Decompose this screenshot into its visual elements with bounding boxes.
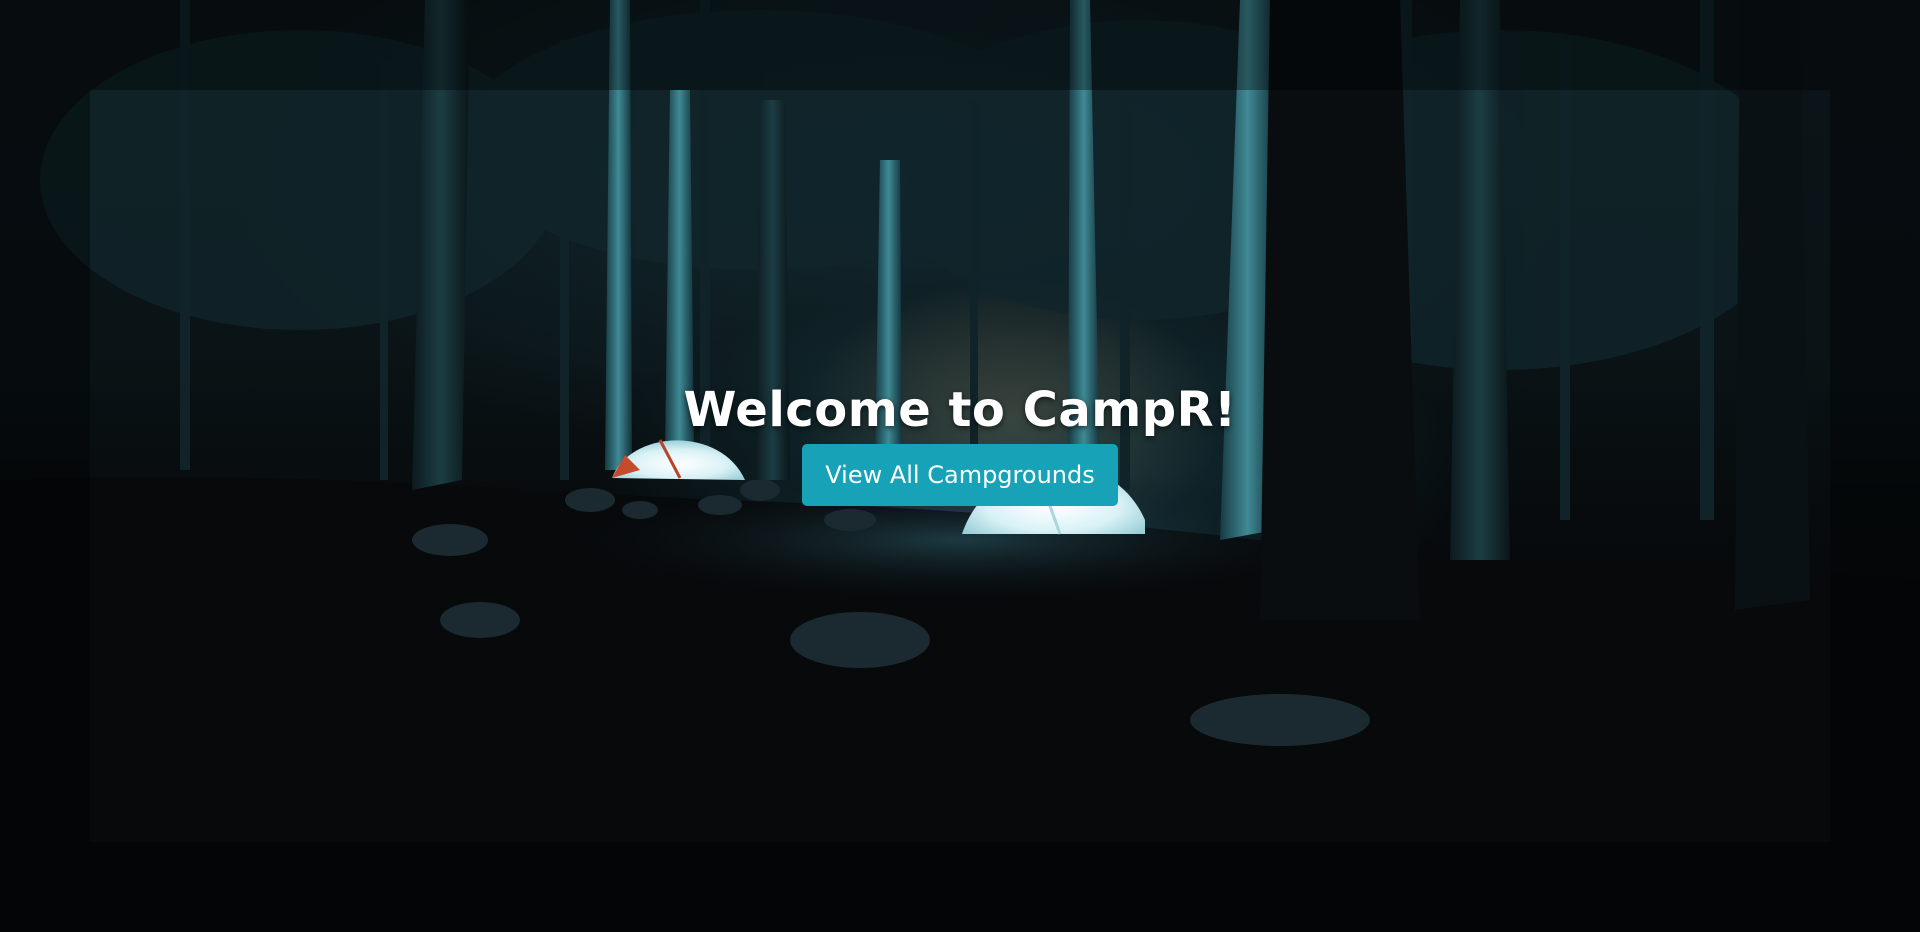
landing-page: Welcome to CampR! View All Campgrounds	[0, 0, 1920, 932]
view-all-campgrounds-button[interactable]: View All Campgrounds	[802, 444, 1118, 506]
page-title: Welcome to CampR!	[683, 382, 1237, 438]
hero-section: Welcome to CampR! View All Campgrounds	[0, 378, 1920, 506]
